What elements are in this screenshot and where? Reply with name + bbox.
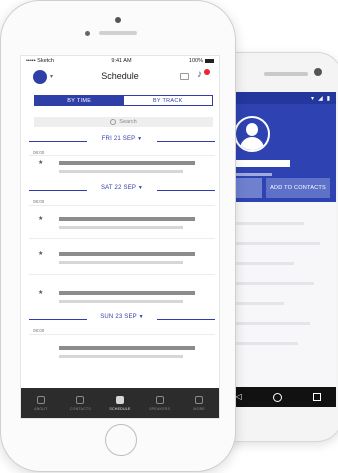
- divider: [29, 238, 215, 239]
- session-title-placeholder[interactable]: [59, 291, 195, 295]
- session-title-placeholder[interactable]: [59, 161, 195, 165]
- day-label: SUN 23 SEP: [100, 314, 137, 320]
- chevron-down-icon: ▼: [138, 314, 144, 320]
- status-bar: ••••• Sketch 9:41 AM 100%: [21, 56, 219, 66]
- tabbar-item-contacts[interactable]: CONTACTS: [62, 395, 98, 411]
- contact-avatar-icon: [234, 116, 270, 152]
- bell-icon[interactable]: ♪: [197, 70, 202, 80]
- contact-details: [220, 210, 336, 380]
- tabbar-item-schedule[interactable]: SCHEDULE: [102, 395, 138, 411]
- session-info-placeholder: [59, 300, 183, 303]
- day-label: SAT 22 SEP: [100, 185, 136, 191]
- more-icon: [195, 395, 204, 404]
- search-placeholder: Search: [119, 119, 137, 125]
- contacts-icon: [76, 395, 85, 404]
- iphone-speaker: [99, 31, 137, 35]
- android-battery-icon: ▮: [326, 95, 330, 102]
- star-icon[interactable]: ★: [38, 251, 43, 257]
- session-info-placeholder: [59, 170, 183, 173]
- day-header-fri[interactable]: FRI 21 SEP ▼: [21, 136, 219, 146]
- session-title-placeholder[interactable]: [59, 217, 195, 221]
- notification-badge: [204, 69, 210, 75]
- day-label: FRI 21 SEP: [101, 136, 136, 142]
- page-title: Schedule: [101, 71, 139, 81]
- android-wifi-icon: ▾: [311, 95, 315, 102]
- chat-icon[interactable]: [180, 73, 189, 80]
- divider: [29, 274, 215, 275]
- android-screen: ▾ ◢ ▮ ADD TO CONTACTS ◁: [220, 92, 336, 407]
- android-camera: [314, 68, 322, 76]
- tab-by-time[interactable]: BY TIME: [35, 96, 124, 105]
- android-nav-bar: ◁: [220, 387, 336, 407]
- iphone-sensor: [85, 31, 90, 36]
- star-icon[interactable]: ★: [38, 290, 43, 296]
- schedule-tabs: BY TIME BY TRACK: [34, 95, 213, 106]
- contact-subtitle-placeholder: [234, 173, 272, 176]
- divider: [29, 334, 215, 335]
- divider: [29, 155, 215, 156]
- divider: [29, 205, 215, 206]
- clock-label: 9:41 AM: [111, 58, 132, 64]
- home-icon[interactable]: [272, 392, 282, 402]
- chevron-down-icon: ▼: [137, 136, 143, 142]
- star-icon[interactable]: ★: [38, 160, 43, 166]
- speakers-icon: [155, 395, 164, 404]
- tabbar-item-speakers[interactable]: SPEAKERS: [142, 395, 178, 411]
- session-info-placeholder: [59, 355, 183, 358]
- search-input[interactable]: Search: [34, 117, 213, 127]
- battery-icon: [205, 58, 214, 63]
- android-signal-icon: ◢: [318, 95, 323, 102]
- iphone: ••••• Sketch 9:41 AM 100% ▾ Schedule ♪ B…: [0, 0, 236, 472]
- iphone-camera: [115, 17, 121, 23]
- add-to-contacts-button[interactable]: ADD TO CONTACTS: [266, 178, 330, 198]
- android-status-bar: ▾ ◢ ▮: [220, 92, 336, 104]
- day-header-sun[interactable]: SUN 23 SEP ▼: [21, 314, 219, 324]
- day-header-sat[interactable]: SAT 22 SEP ▼: [21, 185, 219, 195]
- bottom-tab-bar: ABOUT CONTACTS SCHEDULE SPEAKERS MORE: [21, 388, 219, 418]
- android-speaker: [264, 72, 308, 76]
- info-icon: [36, 395, 45, 404]
- search-icon: [110, 119, 117, 125]
- session-info-placeholder: [59, 226, 183, 229]
- home-button[interactable]: [105, 424, 137, 456]
- tabbar-item-about[interactable]: ABOUT: [23, 395, 59, 411]
- battery-indicator: 100%: [189, 58, 214, 64]
- session-info-placeholder: [59, 261, 183, 264]
- calendar-icon: [115, 395, 124, 404]
- session-title-placeholder[interactable]: [59, 252, 195, 256]
- tabbar-item-more[interactable]: MORE: [181, 395, 217, 411]
- time-label: 08:00: [33, 199, 45, 204]
- time-label: 08:00: [33, 328, 45, 333]
- tab-by-track[interactable]: BY TRACK: [123, 96, 212, 105]
- session-title-placeholder[interactable]: [59, 346, 195, 350]
- app-bar: ▾ Schedule ♪: [21, 66, 219, 86]
- contact-actions: ADD TO CONTACTS: [220, 178, 336, 198]
- back-icon[interactable]: ◁: [235, 393, 241, 401]
- chevron-down-icon: ▼: [137, 185, 144, 191]
- carrier-label: ••••• Sketch: [26, 58, 54, 64]
- star-icon[interactable]: ★: [38, 216, 43, 222]
- recents-icon[interactable]: [312, 393, 321, 401]
- schedule-screen: ••••• Sketch 9:41 AM 100% ▾ Schedule ♪ B…: [20, 55, 220, 419]
- contact-name-placeholder: [234, 160, 290, 167]
